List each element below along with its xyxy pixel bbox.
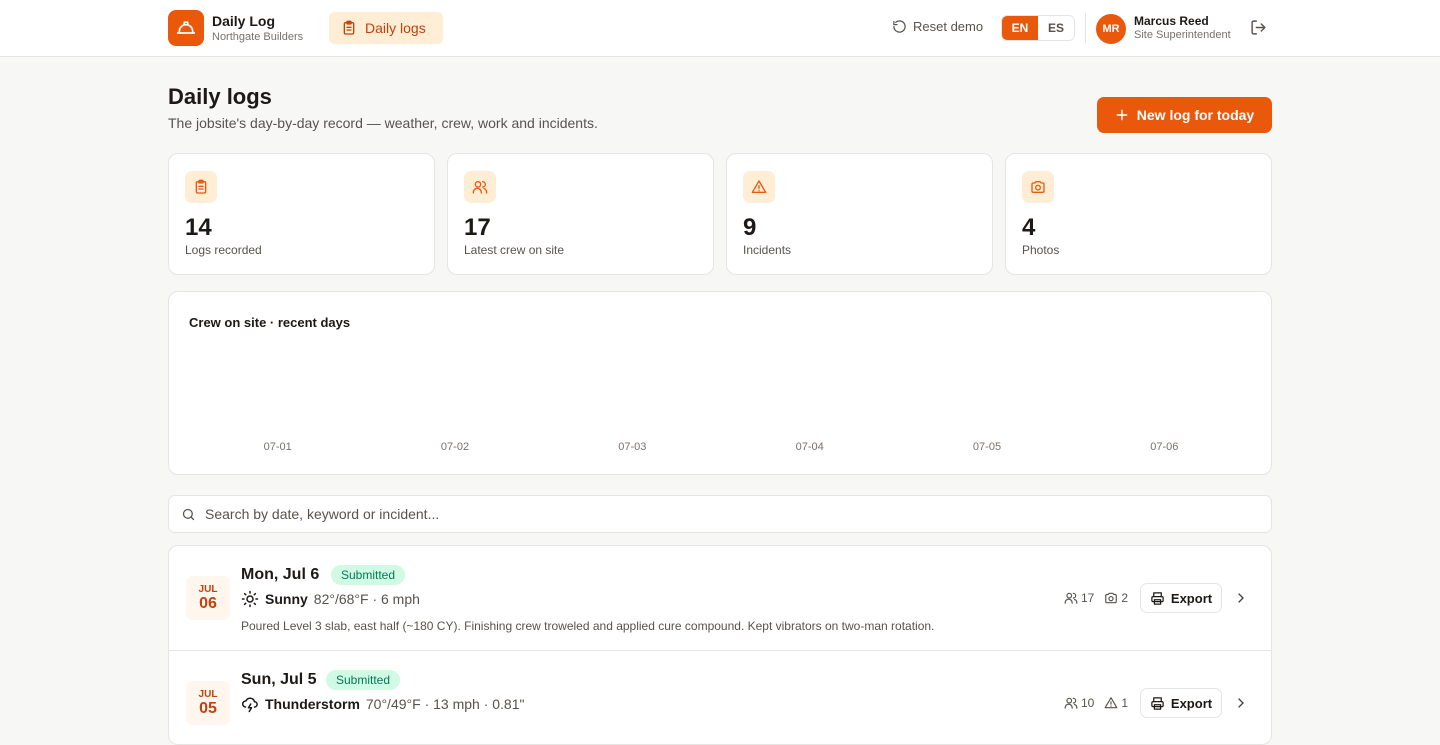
clipboard-icon	[343, 20, 355, 35]
sun-icon	[241, 590, 259, 608]
stat-value: 4	[1022, 214, 1036, 241]
log-row[interactable]: JUL 06 Mon, Jul 6 Submitted Sunny 82°/68…	[169, 546, 1271, 650]
x-tick-label: 07-02	[441, 441, 469, 453]
stat-value: 14	[185, 214, 212, 241]
stat-card-crew: 17 Latest crew on site	[447, 153, 714, 275]
user-role: Site Superintendent	[1134, 29, 1231, 41]
stat-card-logs: 14 Logs recorded	[168, 153, 435, 275]
log-date: Mon, Jul 6	[241, 566, 320, 583]
new-log-label: New log for today	[1136, 107, 1255, 123]
stat-label: Photos	[1022, 243, 1060, 257]
lang-en-button[interactable]: EN	[1002, 16, 1038, 40]
search-input[interactable]	[205, 496, 1255, 532]
date-month: JUL	[198, 688, 218, 700]
incident-count: 1	[1104, 696, 1128, 710]
x-tick-label: 07-05	[973, 441, 1001, 453]
stat-value: 17	[464, 214, 491, 241]
logout-icon[interactable]	[1250, 19, 1267, 41]
new-log-button[interactable]: New log for today	[1097, 97, 1272, 133]
avatar[interactable]: MR	[1096, 14, 1126, 44]
log-metrics: 17 2	[1064, 591, 1128, 605]
weather-summary: Sunny 82°/68°F · 6 mph	[241, 590, 420, 608]
stat-card-incidents: 9 Incidents	[726, 153, 993, 275]
export-button[interactable]: Export	[1140, 688, 1222, 718]
date-badge: JUL 06	[186, 576, 230, 620]
log-row[interactable]: JUL 05 Sun, Jul 5 Submitted Thunderstorm…	[169, 650, 1271, 744]
stat-card-photos: 4 Photos	[1005, 153, 1272, 275]
storm-icon	[242, 697, 258, 713]
stat-label: Logs recorded	[185, 243, 262, 257]
photo-count: 2	[1104, 591, 1128, 605]
alert-triangle-icon	[743, 171, 775, 203]
x-tick-label: 07-01	[264, 441, 292, 453]
date-badge: JUL 05	[186, 681, 230, 725]
search-bar	[168, 495, 1272, 533]
export-button[interactable]: Export	[1140, 583, 1222, 613]
log-summary: Poured Level 3 slab, east half (~180 CY)…	[241, 619, 935, 633]
weather-summary: Thunderstorm 70°/49°F · 13 mph · 0.81"	[241, 695, 524, 713]
camera-icon	[1105, 592, 1118, 604]
language-toggle: EN ES	[1001, 15, 1075, 41]
date-day: 05	[199, 699, 217, 717]
log-date: Sun, Jul 5	[241, 671, 317, 688]
org-name: Northgate Builders	[212, 31, 304, 43]
header-divider	[1085, 13, 1086, 43]
crew-value: 10	[1080, 696, 1095, 710]
reset-icon	[893, 20, 906, 33]
date-day: 06	[199, 594, 217, 612]
x-tick-label: 07-04	[796, 441, 824, 453]
date-month: JUL	[198, 583, 218, 595]
crew-chart: Crew on site · recent days 07-01 07-02 07-…	[168, 291, 1272, 475]
log-metrics: 10 1	[1064, 696, 1128, 710]
chart-plot: 07-01 07-02 07-03 07-04 07-05 07-06	[264, 441, 1179, 453]
alert-triangle-icon	[1104, 697, 1118, 709]
weather-details: 82°/68°F · 6 mph	[313, 591, 420, 607]
lang-es-button[interactable]: ES	[1038, 16, 1074, 40]
stat-label: Incidents	[743, 243, 792, 257]
stat-value: 9	[743, 214, 757, 241]
export-label: Export	[1170, 695, 1213, 711]
status-badge: Submitted	[326, 670, 401, 690]
reset-demo-button[interactable]: Reset demo	[892, 19, 983, 34]
chevron-right-icon[interactable]	[1233, 590, 1249, 606]
export-label: Export	[1170, 590, 1213, 606]
page-subtitle: The jobsite's day-by-day record — weathe…	[168, 115, 598, 131]
crew-count: 17	[1064, 591, 1094, 605]
crew-count: 10	[1064, 696, 1094, 710]
printer-icon	[1151, 696, 1164, 710]
tab-label: Daily logs	[365, 20, 426, 36]
reset-label: Reset demo	[913, 19, 984, 34]
app-name: Daily Log	[212, 13, 276, 29]
clipboard-icon	[185, 171, 217, 203]
incident-value: 1	[1121, 696, 1128, 710]
top-bar: Daily Log Northgate Builders Daily logs …	[0, 0, 1440, 57]
camera-icon	[1022, 171, 1054, 203]
crew-value: 17	[1080, 591, 1095, 605]
users-icon	[464, 171, 496, 203]
chevron-right-icon[interactable]	[1233, 695, 1249, 711]
weather-condition: Sunny	[265, 591, 308, 607]
status-badge: Submitted	[331, 565, 406, 585]
page-title: Daily logs	[168, 84, 272, 109]
users-icon	[1064, 697, 1078, 709]
hard-hat-icon[interactable]	[168, 10, 204, 46]
user-name: Marcus Reed	[1134, 14, 1209, 28]
printer-icon	[1151, 591, 1164, 605]
x-tick-label: 07-06	[1150, 441, 1178, 453]
users-icon	[1064, 592, 1078, 604]
photo-value: 2	[1121, 591, 1128, 605]
x-tick-label: 07-03	[618, 441, 646, 453]
plus-icon	[1116, 109, 1128, 121]
stat-label: Latest crew on site	[464, 243, 565, 257]
log-list: JUL 06 Mon, Jul 6 Submitted Sunny 82°/68…	[168, 545, 1272, 745]
search-icon	[182, 508, 195, 521]
tab-daily-logs[interactable]: Daily logs	[329, 12, 443, 44]
